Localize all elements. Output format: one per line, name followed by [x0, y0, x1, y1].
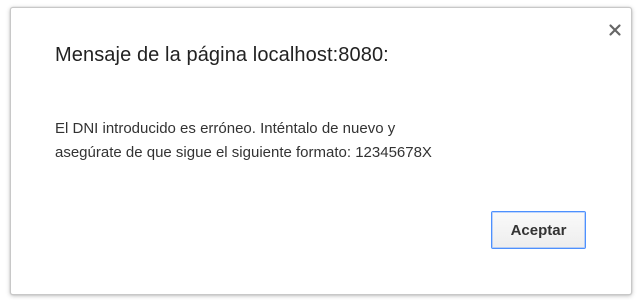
alert-dialog: Mensaje de la página localhost:8080: El …	[10, 7, 632, 295]
message-line-2: asegúrate de que sigue el siguiente form…	[55, 144, 432, 161]
close-button[interactable]	[607, 22, 623, 38]
message-line-1: El DNI introducido es erróneo. Inténtalo…	[55, 120, 396, 137]
dialog-message: El DNI introducido es erróneo. Inténtalo…	[55, 117, 595, 165]
close-icon	[609, 24, 621, 36]
dialog-title: Mensaje de la página localhost:8080:	[55, 44, 389, 66]
accept-button[interactable]: Aceptar	[491, 211, 586, 249]
